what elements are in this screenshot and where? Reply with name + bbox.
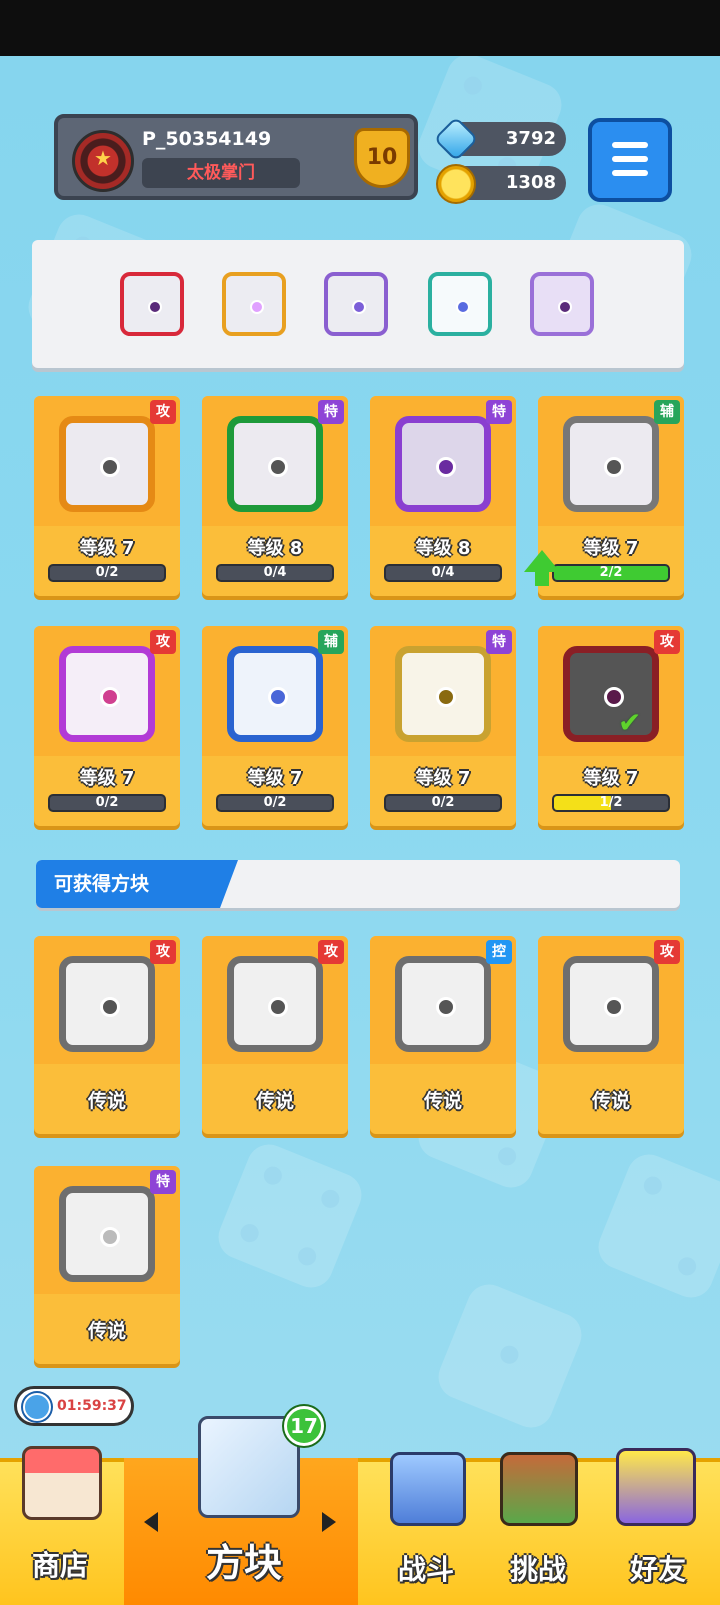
dice-level: 等级 7 [79,768,135,789]
dice-card-void[interactable]: 特 等级 8 0/4 [370,396,516,596]
special-badge: 特 [150,1170,176,1194]
dice-card-sun[interactable]: 特 等级 7 0/2 [370,626,516,826]
dice-level: 等级 7 [583,768,639,789]
special-badge: 特 [486,400,512,424]
friend-character-icon [616,1448,696,1526]
gem-amount: 3792 [505,128,556,149]
available-card-wave[interactable]: 控 传说 [370,936,516,1134]
coin-icon [436,164,476,204]
blackhole-dice-icon [563,646,659,742]
dice-level: 等级 7 [415,768,471,789]
upgrade-arrow-icon[interactable] [524,550,560,572]
dice-level: 等级 7 [79,538,135,559]
vortex-dice-icon[interactable] [120,272,184,336]
nav-label-dice: 方块 [205,1541,282,1585]
wave-dice-icon [395,956,491,1052]
attack-badge: 攻 [654,630,680,654]
player-avatar[interactable]: ★ [72,130,134,192]
upgrade-progress-bar: 0/2 [384,794,502,812]
gun-dice-icon [59,416,155,512]
upgrade-progress-bar: 0/4 [384,564,502,582]
rank-badge: 10 [354,128,410,188]
coin-amount: 1308 [505,172,556,193]
equipped-check-icon: ✔ [618,706,642,739]
cycle-dice-icon [563,416,659,512]
rarity-label: 传说 [255,1090,294,1112]
attack-badge: 攻 [150,400,176,424]
heart-dice-icon [59,1186,155,1282]
infinity-dice-icon[interactable] [222,272,286,336]
support-badge: 辅 [318,630,344,654]
hamburger-icon [612,142,648,148]
attack-badge: 攻 [654,940,680,964]
attack-badge: 攻 [318,940,344,964]
available-card-star[interactable]: 攻 传说 [538,936,684,1134]
shop-refresh-timer: 01:59:37 [14,1386,134,1426]
dice-count-badge: 17 [284,1406,324,1446]
nav-label-battle: 战斗 [397,1553,454,1586]
dice-card-blackhole[interactable]: ✔ 攻 等级 7 1/2 [538,626,684,826]
available-card-atom[interactable]: 攻 传说 [34,936,180,1134]
atom-dice-icon [59,956,155,1052]
special-badge: 特 [486,630,512,654]
dice-level: 等级 8 [415,538,471,559]
star-dice-icon [563,956,659,1052]
dice-card-gun[interactable]: 攻 等级 7 0/2 [34,396,180,596]
upgrade-progress-bar: 0/4 [216,564,334,582]
upgrade-progress-bar: 0/2 [48,564,166,582]
nav-label-challenge: 挑战 [509,1553,566,1586]
dice-card-moon[interactable]: 辅 等级 7 0/2 [202,626,348,826]
star-icon: ★ [94,146,112,170]
rarity-label: 传说 [591,1090,630,1112]
chevron-left-icon[interactable] [144,1512,158,1532]
seaweed-dice-icon [227,416,323,512]
stopwatch-icon [23,1393,51,1421]
hands-dice-icon[interactable] [428,272,492,336]
sun-dice-icon [395,646,491,742]
combo-dice-icon [59,646,155,742]
signboard-icon [500,1452,578,1526]
shop-icon [22,1446,102,1520]
section-title: 可获得方块 [36,860,238,908]
menu-button[interactable] [588,118,672,202]
shield-sword-icon [390,1452,466,1526]
upgrade-progress-bar: 0/2 [48,794,166,812]
nav-label-shop: 商店 [31,1549,88,1582]
attack-badge: 攻 [150,940,176,964]
dice-card-cycle[interactable]: 辅 等级 7 2/2 [524,396,684,596]
crack-dice-icon[interactable] [530,272,594,336]
orb-dice-icon[interactable] [324,272,388,336]
dice-card-combo[interactable]: 攻 等级 7 0/2 [34,626,180,826]
dice-level: 等级 8 [247,538,303,559]
support-badge: 辅 [654,400,680,424]
attack-badge: 攻 [150,630,176,654]
dice-card-seaweed[interactable]: 特 等级 8 0/4 [202,396,348,596]
swirl-dice-icon [227,956,323,1052]
player-name: P_50354149 [142,128,272,150]
status-bar [0,0,720,56]
available-card-heart[interactable]: 特 传说 [34,1166,180,1364]
void-dice-icon [395,416,491,512]
timer-text: 01:59:37 [57,1398,127,1414]
special-badge: 特 [318,400,344,424]
rarity-label: 传说 [87,1320,126,1342]
rarity-label: 传说 [423,1090,462,1112]
upgrade-progress-bar: 2/2 [552,564,670,582]
dice-level: 等级 7 [247,768,303,789]
coin-counter[interactable]: 1308 [436,164,566,204]
available-card-swirl[interactable]: 攻 传说 [202,936,348,1134]
moon-dice-icon [227,646,323,742]
gem-counter[interactable]: 3792 [433,116,566,162]
player-title: 太极掌门 [142,158,300,188]
equipped-deck [32,240,684,368]
player-profile-panel[interactable]: ★ P_50354149 太极掌门 10 [54,114,418,200]
upgrade-progress-bar: 1/2 [552,794,670,812]
available-section-header: 可获得方块 [36,860,680,908]
upgrade-progress-bar: 0/2 [216,794,334,812]
nav-label-friends: 好友 [629,1553,686,1586]
control-badge: 控 [486,940,512,964]
rarity-label: 传说 [87,1090,126,1112]
chevron-right-icon[interactable] [322,1512,336,1532]
